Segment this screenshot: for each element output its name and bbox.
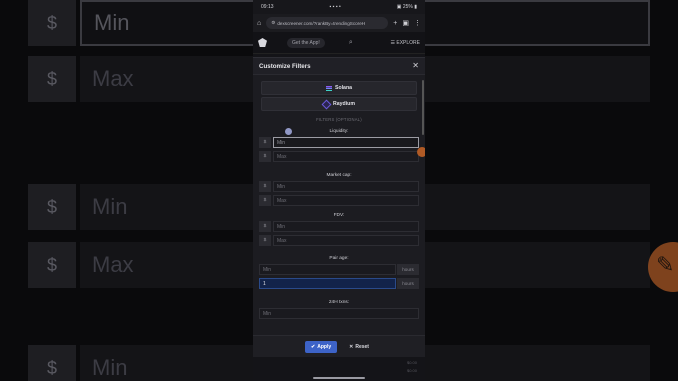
bg-dollar-cell: $ (28, 0, 76, 46)
dollar-prefix: $ (259, 195, 271, 206)
modal-scrollbar[interactable] (422, 80, 424, 135)
explore-button[interactable]: ☰ EXPLORE (391, 40, 421, 46)
table-row: $0.00 (253, 357, 425, 365)
txns-24h-label: 24H txns: (328, 300, 350, 305)
chain-solana-label: Solana (334, 85, 352, 91)
pair-age-min-row: Min hours (259, 264, 419, 275)
pair-age-max-input[interactable]: 1 (259, 278, 396, 289)
modal-header: Customize Filters ✕ (253, 58, 425, 75)
site-settings-icon[interactable]: ⚙ (271, 20, 275, 26)
pair-age-label: Pair age: (329, 256, 349, 261)
pair-age-max-row: 1 hours (259, 278, 419, 289)
phone-screen: 09:13 ▪ ▪ ▪ • ▣ 25% ▮ ⌂ ⚙ dexscreener.co… (253, 0, 425, 381)
reset-button[interactable]: ✕ Reset (345, 341, 373, 353)
url-field[interactable]: ⚙ dexscreener.com/?rankBy=trendingScoreH (266, 17, 389, 29)
hours-suffix: hours (397, 278, 419, 289)
touch-indicator (285, 128, 292, 135)
raydium-icon (321, 99, 332, 109)
url-text: dexscreener.com/?rankBy=trendingScoreH (277, 20, 366, 26)
liquidity-min-input[interactable]: Min (273, 137, 419, 148)
dollar-prefix: $ (259, 235, 271, 246)
dex-raydium-button[interactable]: Raydium (261, 97, 417, 111)
market-cap-label: Market cap: (326, 173, 352, 178)
pencil-icon: ✎ (656, 252, 675, 277)
bg-dollar-cell: $ (28, 56, 76, 102)
apply-button[interactable]: ✔ Apply (305, 340, 338, 353)
browser-menu-icon[interactable]: ⋮ (414, 19, 421, 27)
hours-suffix: hours (397, 264, 419, 275)
pair-age-min-input[interactable]: Min (259, 264, 396, 275)
liquidity-max-row: $ Max (259, 151, 419, 162)
txns-24h-min-row: Min (259, 308, 419, 319)
modal-title: Customize Filters (259, 62, 311, 70)
footer-actions: ✔ Apply ✕ Reset (253, 335, 425, 357)
bg-dollar-cell: $ (28, 184, 76, 230)
site-top-nav: Get the App! ⌕ ☰ EXPLORE (253, 32, 425, 54)
dex-raydium-label: Raydium (333, 101, 355, 107)
liquidity-label: Liquidity: (329, 129, 349, 134)
close-icon[interactable]: ✕ (412, 62, 419, 70)
customize-filters-modal: Customize Filters ✕ Solana Raydium FILTE… (253, 57, 425, 357)
browser-address-bar: ⌂ ⚙ dexscreener.com/?rankBy=trendingScor… (253, 14, 425, 32)
solana-icon (325, 85, 332, 91)
fdv-min-input[interactable]: Min (273, 221, 419, 232)
fdv-label: FDV: (333, 213, 345, 218)
liquidity-min-row: $ Min (259, 137, 419, 148)
search-icon[interactable]: ⌕ (349, 39, 353, 47)
liquidity-max-input[interactable]: Max (273, 151, 419, 162)
dollar-prefix: $ (259, 181, 271, 192)
tab-switcher-icon[interactable]: ▣ (402, 19, 409, 27)
bg-dollar-cell: $ (28, 242, 76, 288)
new-tab-icon[interactable]: + (393, 20, 397, 27)
floating-edit-button[interactable] (417, 147, 425, 157)
close-icon: ✕ (349, 343, 354, 350)
home-icon[interactable]: ⌂ (257, 20, 261, 27)
home-indicator[interactable] (313, 377, 365, 379)
peek-price: $0.00 (406, 368, 417, 373)
fdv-min-row: $ Min (259, 221, 419, 232)
market-cap-min-row: $ Min (259, 181, 419, 192)
reset-label: Reset (355, 343, 369, 350)
dollar-prefix: $ (259, 151, 271, 162)
status-time: 09:13 (261, 4, 274, 10)
dollar-prefix: $ (259, 137, 271, 148)
apply-label: Apply (317, 343, 332, 350)
modal-footer: ✔ Apply ✕ Reset $0.00 $0.00 (253, 335, 425, 381)
status-icons: ▪ ▪ ▪ • (329, 4, 341, 10)
peek-price: $0.00 (406, 360, 417, 365)
market-cap-max-row: $ Max (259, 195, 419, 206)
market-cap-min-input[interactable]: Min (273, 181, 419, 192)
chain-solana-button[interactable]: Solana (261, 81, 417, 95)
get-app-button[interactable]: Get the App! (287, 37, 325, 48)
status-bar: 09:13 ▪ ▪ ▪ • ▣ 25% ▮ (253, 0, 425, 14)
market-cap-max-input[interactable]: Max (273, 195, 419, 206)
explore-label: EXPLORE (396, 39, 420, 46)
dollar-prefix: $ (259, 221, 271, 232)
table-row: $0.00 (253, 365, 425, 373)
status-right-icons: ▣ 25% ▮ (396, 4, 417, 10)
bg-floating-button: ✎ (648, 242, 678, 292)
fdv-max-row: $ Max (259, 235, 419, 246)
check-icon: ✔ (311, 343, 316, 350)
dexscreener-logo-icon[interactable] (258, 38, 267, 47)
fdv-max-input[interactable]: Max (273, 235, 419, 246)
menu-icon: ☰ (390, 39, 395, 46)
filters-caption: FILTERS (OPTIONAL) (316, 117, 362, 122)
bg-dollar-cell: $ (28, 345, 76, 381)
txns-24h-min-input[interactable]: Min (259, 308, 419, 319)
